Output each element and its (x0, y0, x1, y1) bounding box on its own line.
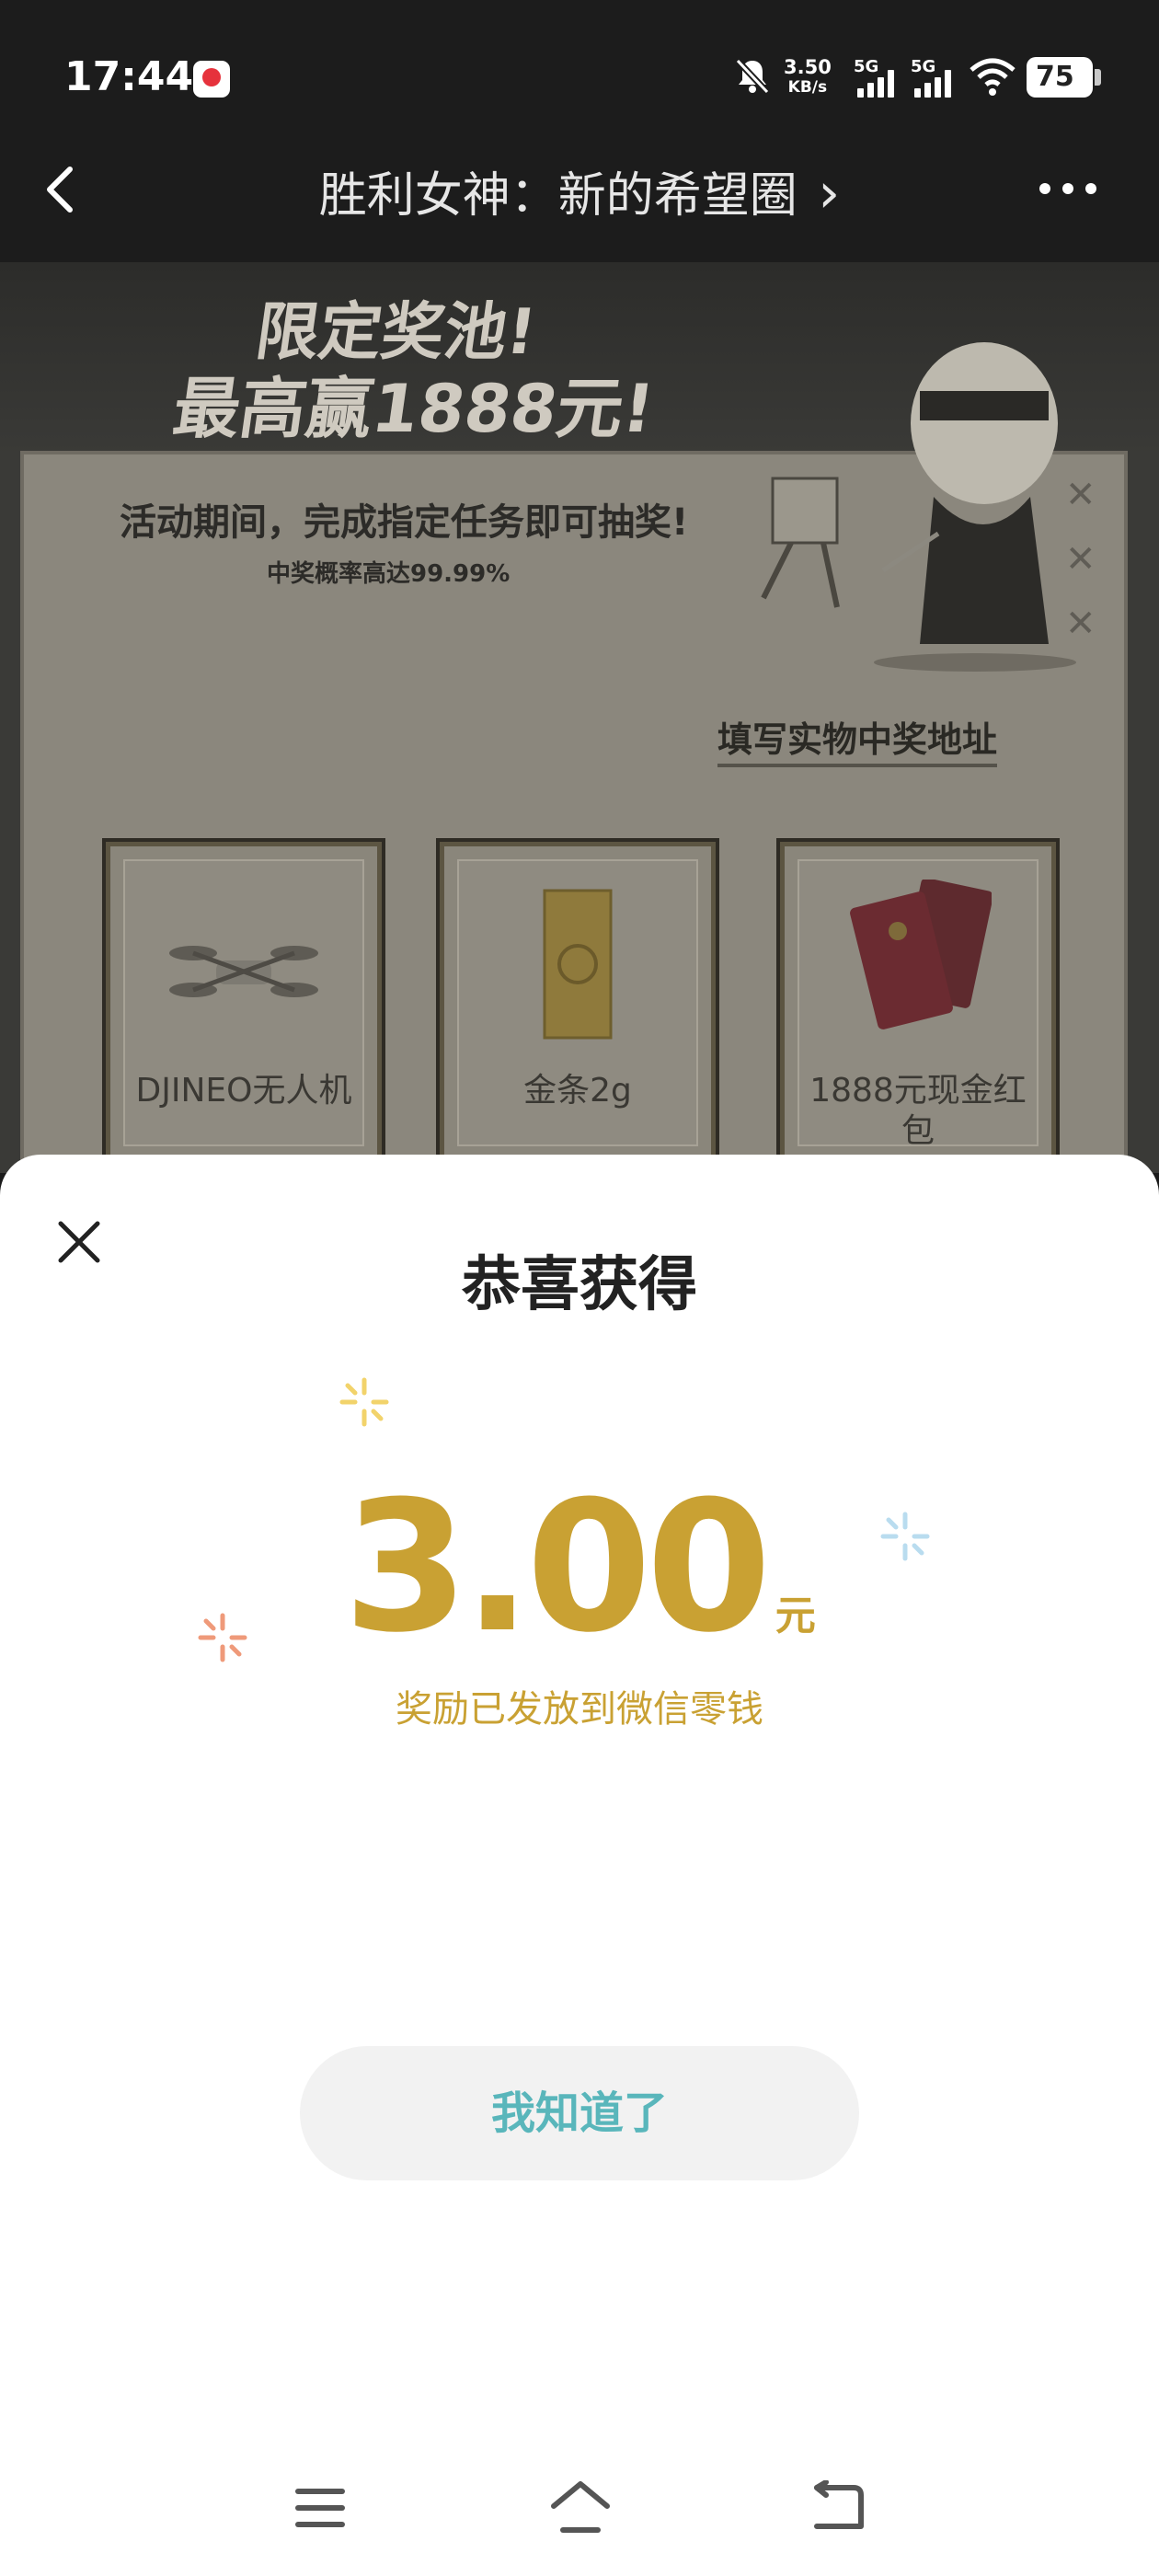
net-speed-value: 3.50 (784, 56, 832, 78)
signal-1-label: 5G (854, 57, 879, 76)
page-title[interactable]: 胜利女神：新的希望圈 › (0, 156, 1159, 225)
status-time: 17:44 (64, 53, 194, 100)
event-page-background: 限定奖池! 最高赢1888元! 活动期间，完成指定任务即可抽奖! 中奖概率高达9… (0, 262, 1159, 1173)
battery-icon: 75 (1027, 57, 1101, 98)
character-illustration (761, 342, 1076, 672)
prize-name: DJINEO无人机 (135, 1072, 352, 1110)
wifi-icon (970, 58, 1016, 96)
drone-icon (169, 946, 318, 997)
prize-card-inner: 1888元现金红包 (798, 859, 1039, 1150)
home-icon[interactable] (548, 2478, 613, 2536)
prize-card[interactable]: 1888元现金红包 (780, 842, 1056, 1164)
address-link[interactable]: 填写实物中奖地址 (717, 711, 998, 767)
gold-bar-icon (543, 889, 613, 1040)
prize-name: 1888元现金红包 (809, 1072, 1027, 1150)
signal-2-icon: 5G (911, 57, 958, 98)
net-speed-unit: KB/s (787, 78, 828, 97)
prize-card-inner: DJINEO无人机 (123, 859, 364, 1146)
prize-card[interactable]: 金条2g (440, 842, 716, 1164)
event-description: 活动期间，完成指定任务即可抽奖! (120, 501, 689, 544)
red-envelope-icon (850, 880, 992, 1029)
reward-note: 奖励已发放到微信零钱 (396, 1688, 763, 1731)
prize-card[interactable]: DJINEO无人机 (106, 842, 382, 1164)
event-probability: 中奖概率高达99.99% (267, 560, 511, 588)
battery-level: 75 (1036, 61, 1074, 93)
mute-bell-icon (735, 58, 770, 95)
amount-unit: 元 (775, 1593, 816, 1639)
menu-icon[interactable] (294, 2484, 346, 2532)
page-title-text: 胜利女神：新的希望圈 (318, 168, 798, 224)
signal-2-label: 5G (911, 57, 936, 76)
chevron-right-icon: › (818, 161, 841, 225)
dianping-icon (193, 61, 230, 98)
sparkle-icon (339, 1377, 389, 1427)
confirm-button[interactable]: 我知道了 (300, 2046, 859, 2180)
net-speed: 3.50 KB/s (784, 57, 832, 98)
reward-modal (0, 1155, 1159, 2576)
modal-title: 恭喜获得 (462, 1251, 697, 1319)
back-nav-icon[interactable] (809, 2480, 866, 2534)
banner-headline-2: 最高赢1888元! (168, 370, 660, 447)
prize-name: 金条2g (523, 1072, 632, 1110)
prize-card-inner: 金条2g (457, 859, 698, 1146)
amount-value: 3.00 (343, 1463, 772, 1673)
more-options-button[interactable] (1039, 179, 1115, 198)
signal-1-icon: 5G (854, 57, 901, 98)
reward-amount: 3.00 元 (0, 1463, 1159, 1673)
